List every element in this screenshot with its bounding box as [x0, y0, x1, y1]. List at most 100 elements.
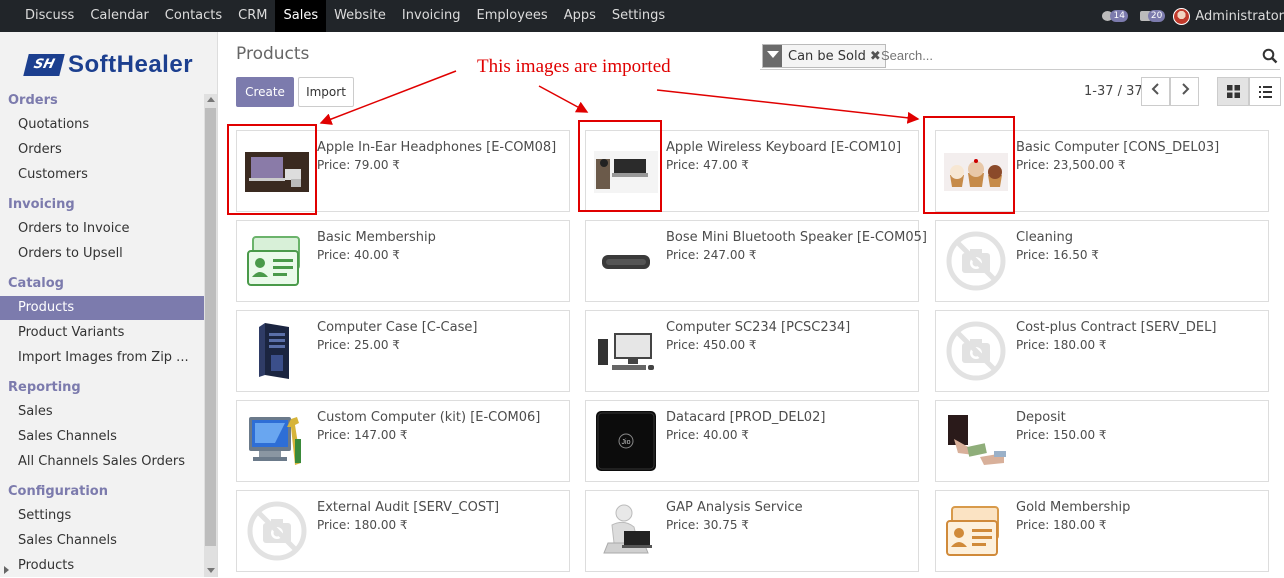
- search-bar: Can be Sold ✖: [760, 43, 1280, 70]
- list-view-button[interactable]: [1249, 77, 1281, 106]
- pager-previous-button[interactable]: [1141, 77, 1170, 106]
- product-card[interactable]: Deposit Price: 150.00 ₹: [935, 400, 1269, 482]
- sidebar-item[interactable]: Orders to Invoice: [0, 217, 204, 241]
- product-card[interactable]: Basic Membership Price: 40.00 ₹: [236, 220, 570, 302]
- app-menu-item[interactable]: Employees: [469, 0, 556, 32]
- product-name: Gold Membership: [1016, 500, 1131, 515]
- sidebar-item[interactable]: Sales Channels: [0, 425, 204, 449]
- person-laptop-icon: [594, 499, 658, 563]
- sidebar-item[interactable]: Quotations: [0, 113, 204, 137]
- app-menu-item[interactable]: Calendar: [82, 0, 156, 32]
- logo-text: SoftHealer: [68, 51, 194, 78]
- product-card[interactable]: Bose Mini Bluetooth Speaker [E-COM05] Pri…: [585, 220, 927, 302]
- product-price: Price: 450.00 ₹: [666, 338, 757, 352]
- scroll-up-arrow-icon[interactable]: [207, 97, 215, 102]
- search-icon[interactable]: [1262, 48, 1278, 64]
- sidebar-item[interactable]: Sales Channels: [0, 529, 204, 553]
- sidebar-item[interactable]: Import Images from Zip ...: [0, 346, 204, 370]
- sidebar-item[interactable]: Orders: [0, 138, 204, 162]
- sidebar-item[interactable]: Products: [0, 554, 204, 578]
- page-title: Products: [236, 44, 310, 64]
- app-menu-item[interactable]: Discuss: [17, 0, 82, 32]
- app-menu-item[interactable]: Sales: [275, 0, 327, 32]
- search-input[interactable]: [880, 43, 1260, 68]
- pager-value[interactable]: 1-37 / 37: [1084, 84, 1143, 99]
- sidebar-item[interactable]: Orders to Upsell: [0, 242, 204, 266]
- pager-next-button[interactable]: [1170, 77, 1199, 106]
- sidebar-item[interactable]: Products: [0, 296, 204, 320]
- sidebar-item[interactable]: Settings: [0, 504, 204, 528]
- product-price: Price: 23,500.00 ₹: [1016, 158, 1126, 172]
- product-card[interactable]: Custom Computer (kit) [E-COM06] Price: 14…: [236, 400, 570, 482]
- highlight-box: [227, 124, 317, 215]
- sidebar-scrollbar[interactable]: [204, 94, 217, 577]
- avatar: [1173, 7, 1191, 25]
- product-name: Cleaning: [1016, 230, 1073, 245]
- highlight-box: [923, 116, 1015, 214]
- app-menu-item[interactable]: Invoicing: [394, 0, 469, 32]
- app-menu-item[interactable]: Apps: [556, 0, 604, 32]
- user-menu[interactable]: Administrator: [1173, 7, 1284, 25]
- product-name: Deposit: [1016, 410, 1066, 425]
- app-menu-item[interactable]: Website: [326, 0, 394, 32]
- product-card[interactable]: Cleaning Price: 16.50 ₹: [935, 220, 1269, 302]
- app-menu-item[interactable]: Contacts: [157, 0, 230, 32]
- sidebar-section-heading: Configuration: [8, 484, 108, 499]
- systray: 14 20 Administrator: [1102, 0, 1284, 32]
- scroll-thumb[interactable]: [205, 108, 216, 546]
- product-name: Computer SC234 [PCSC234]: [666, 320, 851, 335]
- app-menu: Discuss Calendar Contacts CRM Sales Website In…: [17, 0, 673, 32]
- membership-card-icon: [245, 229, 309, 293]
- product-price: Price: 25.00 ₹: [317, 338, 400, 352]
- product-price: Price: 180.00 ₹: [317, 518, 408, 532]
- product-price: Price: 47.00 ₹: [666, 158, 749, 172]
- messages-button[interactable]: 20: [1139, 10, 1166, 22]
- product-name: Apple In-Ear Headphones [E-COM08]: [317, 140, 557, 155]
- product-price: Price: 180.00 ₹: [1016, 518, 1107, 532]
- product-price: Price: 150.00 ₹: [1016, 428, 1107, 442]
- sidebar-item[interactable]: Sales: [0, 400, 204, 424]
- product-card[interactable]: Jio Datacard [PROD_DEL02] Price: 40.00 ₹: [585, 400, 919, 482]
- filter-icon: [763, 45, 782, 67]
- product-name: External Audit [SERV_COST]: [317, 500, 500, 515]
- highlight-box: [578, 120, 662, 212]
- product-card[interactable]: Computer SC234 [PCSC234] Price: 450.00 ₹: [585, 310, 919, 392]
- chevron-right-icon: [1181, 83, 1189, 95]
- product-price: Price: 79.00 ₹: [317, 158, 400, 172]
- product-name: GAP Analysis Service: [666, 500, 803, 515]
- product-name: Datacard [PROD_DEL02]: [666, 410, 826, 425]
- sidebar: SH SoftHealer Orders Quotations Orders Cust…: [0, 32, 218, 577]
- activity-button[interactable]: 14: [1102, 10, 1128, 22]
- app-menu-item[interactable]: CRM: [230, 0, 275, 32]
- sidebar-item[interactable]: All Channels Sales Orders: [0, 450, 204, 474]
- import-button[interactable]: Import: [298, 77, 354, 107]
- app-menu-item[interactable]: Settings: [604, 0, 673, 32]
- product-name: Basic Membership: [317, 230, 436, 245]
- gold-card-icon: [944, 499, 1008, 563]
- logo-mark: SH: [23, 54, 65, 76]
- activity-badge: 14: [1110, 10, 1128, 22]
- product-card[interactable]: Computer Case [C-Case] Price: 25.00 ₹: [236, 310, 570, 392]
- sidebar-section-heading: Orders: [8, 93, 58, 108]
- pc-tower-icon: [245, 319, 309, 383]
- kanban-view-button[interactable]: [1217, 77, 1249, 106]
- sidebar-section-heading: Reporting: [8, 380, 81, 395]
- sidebar-item[interactable]: Product Variants: [0, 321, 204, 345]
- product-price: Price: 40.00 ₹: [317, 248, 400, 262]
- product-card[interactable]: Cost-plus Contract [SERV_DEL] Price: 180.…: [935, 310, 1269, 392]
- product-card[interactable]: GAP Analysis Service Price: 30.75 ₹: [585, 490, 919, 572]
- scroll-down-arrow-icon[interactable]: [207, 568, 215, 573]
- filter-facet[interactable]: Can be Sold ✖: [762, 44, 886, 68]
- annotation-text: This images are imported: [477, 56, 671, 77]
- sidebar-item[interactable]: Customers: [0, 163, 204, 187]
- product-name: Bose Mini Bluetooth Speaker [E-COM05]: [666, 230, 927, 245]
- product-name: Cost-plus Contract [SERV_DEL]: [1016, 320, 1217, 335]
- jio-datacard-image-icon: Jio: [594, 409, 658, 473]
- product-card[interactable]: Gold Membership Price: 180.00 ₹: [935, 490, 1269, 572]
- create-button[interactable]: Create: [236, 77, 294, 107]
- sidebar-section-heading: Invoicing: [8, 197, 75, 212]
- product-price: Price: 40.00 ₹: [666, 428, 749, 442]
- product-price: Price: 16.50 ₹: [1016, 248, 1099, 262]
- grid-icon: [1226, 85, 1240, 98]
- product-card[interactable]: External Audit [SERV_COST] Price: 180.00 …: [236, 490, 570, 572]
